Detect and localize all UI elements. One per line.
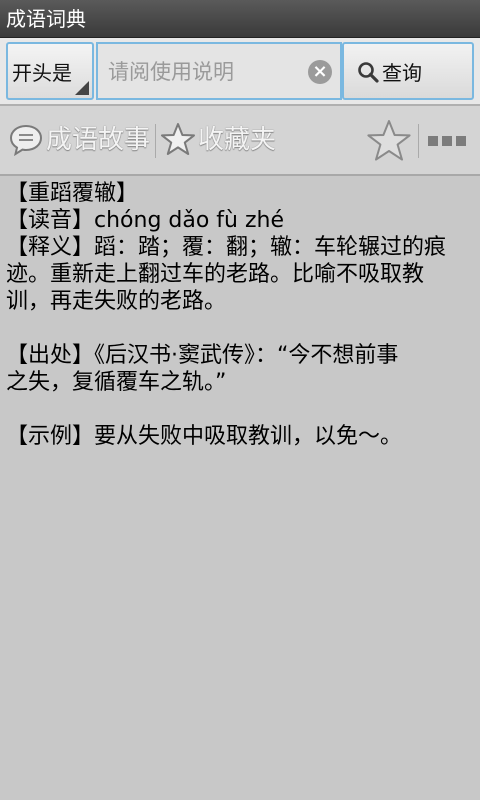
source-line: 【出处】《后汉书·窦武传》：“今不想前事 [6, 343, 399, 368]
toolbar-separator [155, 124, 156, 158]
definition-line: 【释义】蹈：踏；覆：翻；辙：车轮辗过的痕 [6, 235, 447, 260]
search-icon [358, 62, 379, 83]
toolbar: 成语故事 收藏夹 [0, 106, 480, 174]
idiom-stories-button[interactable]: 成语故事 [8, 120, 154, 160]
app-window: 成语词典 开头是 × 查询 成语故事 [0, 0, 480, 800]
idiom-entry: 【重蹈覆辙】 【读音】chóng dǎo fù zhé 【释义】蹈：踏；覆：翻；… [6, 180, 474, 450]
match-mode-label: 开头是 [12, 61, 72, 85]
search-box[interactable]: × [96, 42, 342, 100]
definition-line: 训，再走失败的老路。 [6, 289, 227, 314]
app-title: 成语词典 [6, 7, 86, 31]
query-button-label: 查询 [382, 61, 422, 85]
more-menu-icon[interactable] [428, 136, 466, 148]
match-mode-select[interactable]: 开头是 [6, 42, 94, 100]
example-line: 【示例】要从失败中吸取教训，以免～。 [6, 424, 403, 449]
star-icon [161, 123, 195, 155]
query-button[interactable]: 查询 [342, 42, 474, 100]
toolbar-separator [418, 124, 419, 158]
title-bar: 成语词典 [0, 0, 480, 38]
idiom-title: 【重蹈覆辙】 [6, 181, 139, 206]
divider [0, 174, 480, 176]
search-input[interactable] [108, 58, 298, 86]
favorites-button[interactable]: 收藏夹 [160, 120, 284, 160]
pronunciation: 【读音】chóng dǎo fù zhé [6, 208, 285, 233]
search-row: 开头是 × 查询 [0, 38, 480, 104]
idiom-stories-label: 成语故事 [46, 125, 151, 155]
definition-line: 迹。重新走上翻过车的老路。比喻不吸取教 [6, 262, 425, 287]
source-line: 之失，复循覆车之轨。” [6, 370, 227, 395]
dropdown-corner-icon [75, 81, 89, 95]
chat-bubble-icon [9, 124, 43, 157]
add-favorite-star-icon[interactable] [366, 118, 412, 164]
favorites-label: 收藏夹 [198, 125, 277, 155]
clear-icon[interactable]: × [308, 60, 332, 84]
